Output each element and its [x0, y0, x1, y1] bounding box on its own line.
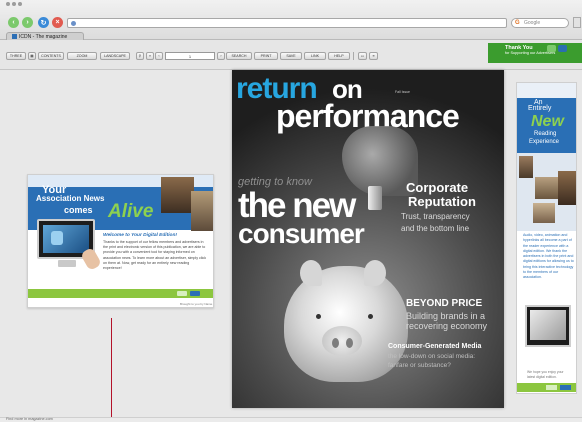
left-page-green-button[interactable]	[177, 291, 187, 296]
landscape-button[interactable]: LANDSCAPE	[100, 52, 130, 60]
cover-recovering-economy: recovering economy	[406, 321, 488, 331]
forward-button[interactable]: ›	[22, 17, 33, 28]
status-bar	[0, 417, 582, 422]
search-placeholder: Google	[524, 20, 541, 26]
people-photo	[161, 177, 194, 213]
address-bar[interactable]	[67, 18, 507, 28]
status-text: Find more in magazine.com	[6, 417, 53, 421]
thank-you-subtitle: for Supporting our Advertisers	[505, 51, 556, 55]
next-page-button[interactable]: ›	[217, 52, 225, 60]
welcome-body: Thanks to the support of our fellow memb…	[103, 240, 207, 271]
people-photo-2	[191, 191, 213, 231]
banner-green-button[interactable]	[547, 45, 556, 52]
thank-you-banner[interactable]: Thank You for Supporting our Advertisers	[488, 43, 582, 63]
cover-bottom-line: and the bottom line	[401, 224, 470, 233]
toolbar-button-three[interactable]: THREE	[6, 52, 26, 60]
tab-favicon-icon	[12, 34, 17, 39]
reload-button[interactable]: ↻	[38, 17, 49, 28]
search-button[interactable]: SEARCH	[226, 52, 252, 60]
prev-page-button[interactable]: ‹	[155, 52, 163, 60]
toolbar-divider	[353, 52, 354, 60]
options-button[interactable]: ≡	[369, 52, 378, 60]
left-heading-comes: comes	[64, 205, 93, 215]
back-button[interactable]: ‹	[8, 17, 19, 28]
right-heading-new: New	[531, 113, 564, 130]
toolbar-menu-button[interactable]	[573, 17, 581, 28]
first-page-button[interactable]: «	[146, 52, 154, 60]
right-page[interactable]: An Entirely New Reading Experience Audio…	[516, 82, 577, 394]
cover-issue: Fall Issue	[395, 90, 410, 94]
right-page-footer-bar	[517, 383, 576, 392]
coin-image	[368, 186, 382, 210]
right-page-blue-button[interactable]	[560, 385, 571, 390]
left-page-blue-button[interactable]	[190, 291, 200, 296]
left-page[interactable]: Your Association News comes Alive Welcom…	[27, 174, 214, 308]
cover-consumer-generated-media: Consumer-Generated Media	[388, 343, 482, 350]
fullscreen-button[interactable]: ▭	[358, 52, 367, 60]
cover-building-brands: Building brands in a	[406, 311, 486, 321]
magnifier-icon[interactable]: ⚲	[136, 52, 144, 60]
right-page-green-button[interactable]	[546, 385, 557, 390]
monitor-illustration-right	[525, 305, 571, 347]
site-icon	[71, 21, 76, 26]
cover-beyond-price: BEYOND PRICE	[406, 298, 483, 309]
monitor-stand	[58, 260, 76, 267]
right-page-body: Audio, video, animation and hyperlinks a…	[523, 233, 574, 280]
zoom-button[interactable]: ZOOM	[67, 52, 97, 60]
left-heading-association-news: Association News	[36, 194, 105, 203]
window-controls[interactable]	[6, 2, 22, 6]
google-icon: G	[515, 20, 520, 26]
search-input[interactable]: G Google	[511, 18, 569, 28]
left-page-footer-bar	[28, 289, 213, 298]
magazine-cover[interactable]: return on performance Fall Issue getting…	[232, 70, 504, 408]
cover-fanfare: fanfare or substance?	[388, 362, 451, 369]
contents-button[interactable]: CONTENTS	[38, 52, 64, 60]
left-page-credit: Brought to you by Name	[180, 302, 213, 306]
browser-tab[interactable]: ICDN - The magazine	[6, 32, 84, 40]
save-button[interactable]: SAVE	[280, 52, 302, 60]
browser-chrome: ‹ › ↻ × G Google ICDN - The magazine	[0, 0, 582, 40]
banner-blue-button[interactable]	[558, 45, 567, 52]
cover-reputation: Reputation	[408, 194, 476, 209]
pointing-hand-icon	[79, 246, 103, 272]
print-button[interactable]: PRINT	[254, 52, 278, 60]
cover-consumer: consumer	[238, 218, 365, 249]
page-number-input[interactable]: 1	[165, 52, 215, 60]
welcome-heading: Welcome to Your Digital Edition!	[103, 233, 178, 238]
cover-trust: Trust, transparency	[401, 212, 470, 221]
cover-corporate: Corporate	[406, 180, 469, 195]
right-heading-experience: Experience	[529, 139, 560, 145]
people-photo-collage	[517, 153, 576, 231]
right-heading-reading: Reading	[534, 131, 557, 137]
grid-view-button[interactable]: ▦	[28, 52, 36, 60]
cover-social-media: the low-down on social media:	[388, 353, 476, 360]
callout-line	[111, 318, 112, 422]
left-heading-alive: Alive	[108, 201, 154, 222]
right-page-hope-text: We hope you enjoy your latest digital ed…	[527, 370, 564, 379]
help-button[interactable]: HELP	[328, 52, 350, 60]
stop-button[interactable]: ×	[52, 17, 63, 28]
link-button[interactable]: LINK	[304, 52, 326, 60]
right-heading-entirely: Entirely	[528, 105, 552, 112]
